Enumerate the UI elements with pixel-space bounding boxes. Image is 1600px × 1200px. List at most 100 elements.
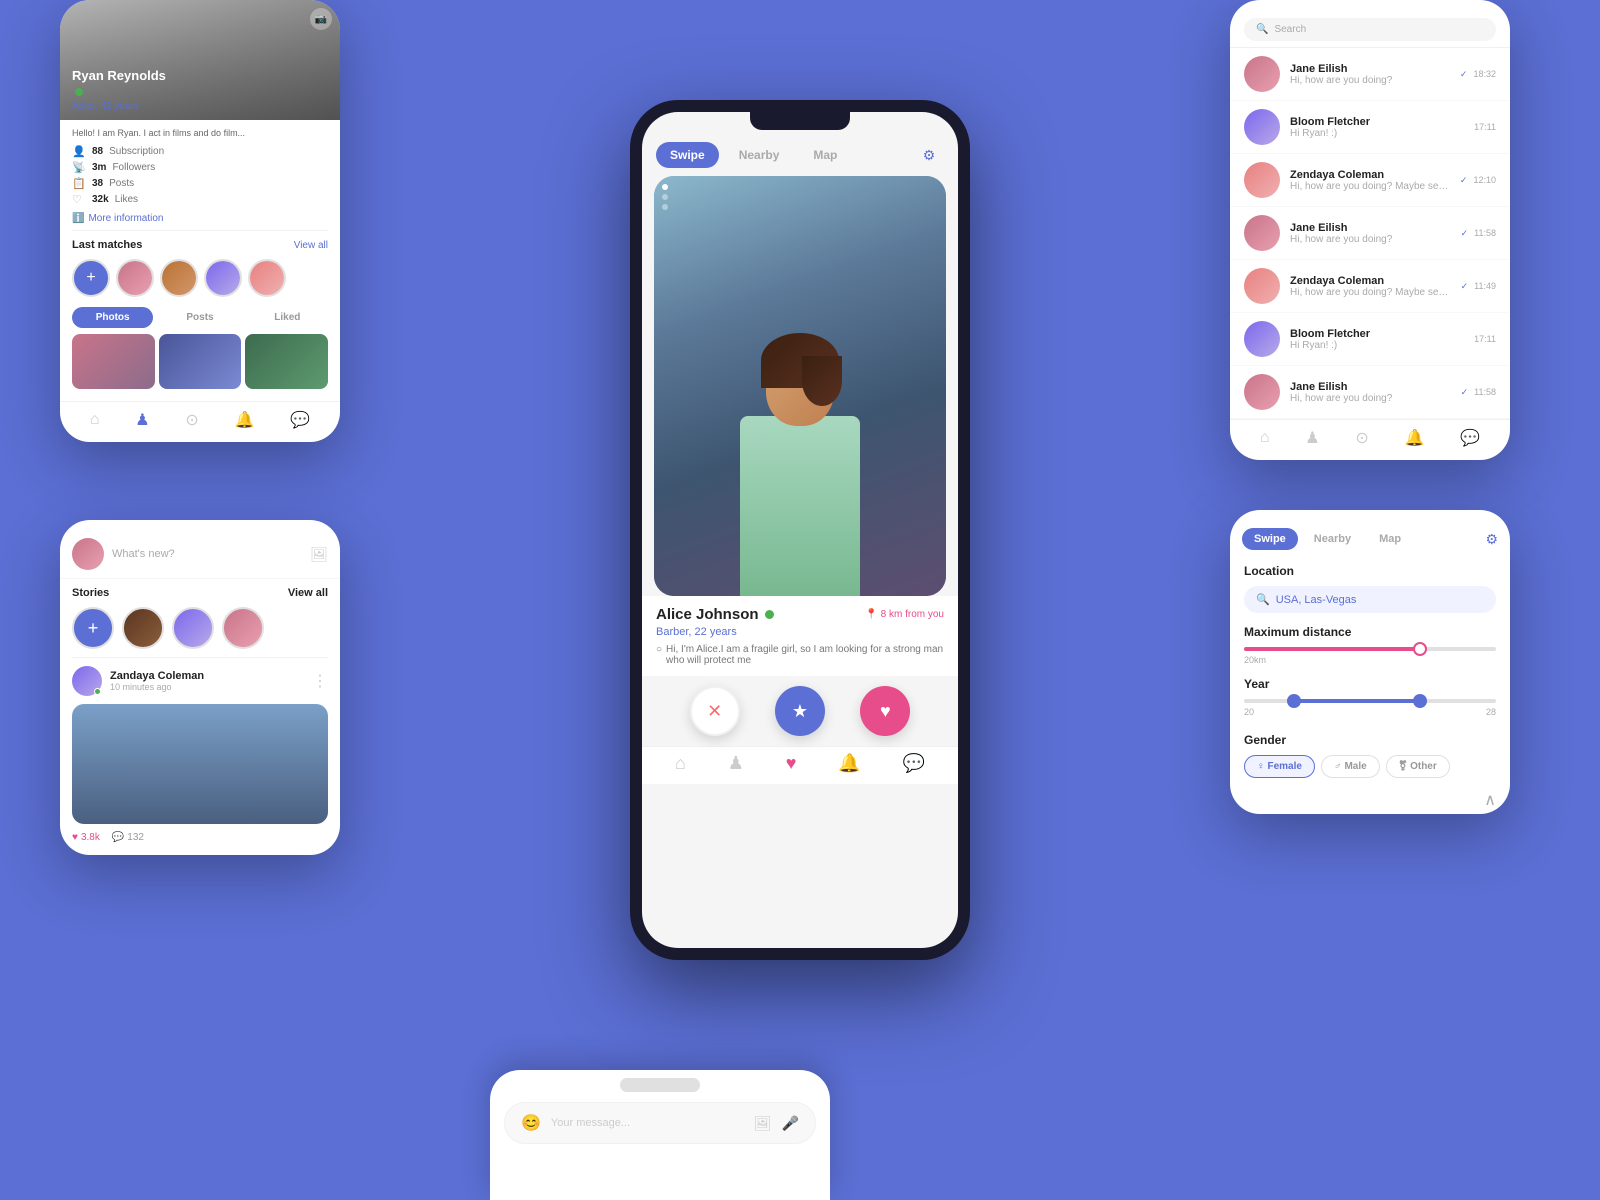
main-nav-home[interactable]: ⌂ — [675, 753, 686, 774]
nav-notifications[interactable]: 🔔 — [234, 410, 254, 430]
msg-item-5[interactable]: Bloom Fletcher Hi Ryan! :) 17:11 — [1230, 313, 1510, 366]
message-input-bar[interactable]: 😊 Your message... 🖼 🎤 — [504, 1102, 816, 1144]
filter-tab-map[interactable]: Map — [1367, 528, 1413, 550]
messages-top-bar: 🔍 Search — [1230, 10, 1510, 48]
stories-row: + — [72, 607, 328, 649]
match-avatar-3[interactable] — [204, 259, 242, 297]
filter-tab-nearby[interactable]: Nearby — [1302, 528, 1363, 550]
main-nav-messages[interactable]: 💬 — [903, 753, 925, 774]
msg-preview-6: Hi, how are you doing? — [1290, 393, 1451, 404]
msg-item-6[interactable]: Jane Eilish Hi, how are you doing? ✓ 11:… — [1230, 366, 1510, 419]
message-search-bar[interactable]: 🔍 Search — [1244, 18, 1496, 41]
distance-max: 20km — [1244, 655, 1266, 665]
stories-section: Stories View all + — [60, 579, 340, 657]
post-actions: ♥ 3.8k 💬 132 — [72, 824, 328, 847]
msgs-nav-profile[interactable]: ♟ — [1305, 428, 1319, 448]
distance-thumb[interactable] — [1413, 642, 1427, 656]
swipe-card[interactable] — [654, 176, 946, 596]
messages-bottom-nav: ⌂ ♟ ⊙ 🔔 💬 — [1230, 419, 1510, 460]
post-user: Zandaya Coleman 10 minutes ago ⋮ — [72, 666, 328, 696]
msg-avatar-2 — [1244, 162, 1280, 198]
post-comment-button[interactable]: 💬 132 — [112, 832, 144, 843]
view-all-matches[interactable]: View all — [294, 240, 328, 251]
swipe-card-image — [654, 176, 946, 596]
profile-bottom-nav: ⌂ ♟ ⊙ 🔔 💬 — [60, 401, 340, 442]
msgs-nav-messages[interactable]: 💬 — [1460, 428, 1480, 448]
msg-item-4[interactable]: Zendaya Coleman Hi, how are you doing? M… — [1230, 260, 1510, 313]
filter-button[interactable]: ⚙ — [914, 140, 944, 170]
msgs-nav-notifications[interactable]: 🔔 — [1404, 428, 1424, 448]
tab-posts[interactable]: Posts — [159, 307, 240, 328]
nav-search[interactable]: ⊙ — [185, 410, 198, 430]
main-nav-profile[interactable]: ♟ — [728, 753, 744, 774]
match-avatar-4[interactable] — [248, 259, 286, 297]
msg-check-6: ✓ — [1461, 387, 1469, 398]
profile-header: Ryan Reynolds Actor, 42 years 📷 — [60, 0, 340, 120]
tab-map[interactable]: Map — [799, 142, 851, 168]
profile-bio: Hello! I am Ryan. I act in films and do … — [60, 120, 340, 142]
star-button[interactable]: ★ — [775, 686, 825, 736]
gender-other[interactable]: ⚧ Other — [1386, 755, 1450, 778]
stat-followers: 📡 3m Followers — [72, 161, 328, 174]
gender-male[interactable]: ♂ Male — [1321, 755, 1380, 778]
msg-item-0[interactable]: Jane Eilish Hi, how are you doing? ✓ 18:… — [1230, 48, 1510, 101]
info-icon: ℹ️ — [72, 213, 84, 224]
phone-profile: Ryan Reynolds Actor, 42 years 📷 Hello! I… — [60, 0, 340, 442]
msg-name-2: Zendaya Coleman — [1290, 169, 1450, 181]
story-1[interactable] — [122, 607, 164, 649]
main-nav-heart[interactable]: ♥ — [786, 753, 797, 774]
add-match-button[interactable]: + — [72, 259, 110, 297]
tab-swipe[interactable]: Swipe — [656, 142, 719, 168]
story-3[interactable] — [222, 607, 264, 649]
msg-item-3[interactable]: Jane Eilish Hi, how are you doing? ✓ 11:… — [1230, 207, 1510, 260]
year-thumb-from[interactable] — [1287, 694, 1301, 708]
social-input[interactable]: What's new? — [112, 548, 302, 560]
msg-avatar-3 — [1244, 215, 1280, 251]
msg-time-3: 11:58 — [1474, 228, 1496, 238]
post-like-button[interactable]: ♥ 3.8k — [72, 832, 100, 843]
female-icon: ♀ — [1257, 761, 1265, 772]
photo-thumb-2[interactable] — [159, 334, 242, 389]
year-thumb-to[interactable] — [1413, 694, 1427, 708]
match-avatar-2[interactable] — [160, 259, 198, 297]
skip-button[interactable]: ✕ — [690, 686, 740, 736]
phone-main-inner: Swipe Nearby Map ⚙ — [642, 112, 958, 948]
more-info-link[interactable]: ℹ️ More information — [60, 209, 340, 230]
nav-home[interactable]: ⌂ — [90, 411, 100, 429]
likes-icon: ♡ — [72, 193, 86, 206]
view-all-stories[interactable]: View all — [288, 587, 328, 599]
location-value: USA, Las-Vegas — [1276, 594, 1357, 606]
msg-avatar-6 — [1244, 374, 1280, 410]
match-avatar-1[interactable] — [116, 259, 154, 297]
photo-thumb-3[interactable] — [245, 334, 328, 389]
image-upload-icon[interactable]: 🖼 — [310, 546, 328, 563]
tab-nearby[interactable]: Nearby — [725, 142, 794, 168]
phone-main: Swipe Nearby Map ⚙ — [630, 100, 970, 960]
msg-name-0: Jane Eilish — [1290, 63, 1450, 75]
main-nav-notifications[interactable]: 🔔 — [838, 753, 860, 774]
tab-photos[interactable]: Photos — [72, 307, 153, 328]
tab-liked[interactable]: Liked — [247, 307, 328, 328]
msgs-nav-home[interactable]: ⌂ — [1260, 429, 1270, 447]
msg-check-0: ✓ — [1460, 69, 1468, 80]
filter-settings-icon[interactable]: ⚙ — [1485, 531, 1498, 548]
like-button[interactable]: ♥ — [860, 686, 910, 736]
heart-icon: ♥ — [72, 832, 78, 843]
post-options-button[interactable]: ⋮ — [312, 671, 328, 691]
msg-item-1[interactable]: Bloom Fletcher Hi Ryan! :) 17:11 — [1230, 101, 1510, 154]
location-input[interactable]: 🔍 USA, Las-Vegas — [1244, 586, 1496, 613]
camera-icon[interactable]: 📷 — [310, 8, 332, 30]
msgs-nav-search[interactable]: ⊙ — [1355, 428, 1368, 448]
msg-item-2[interactable]: Zendaya Coleman Hi, how are you doing? M… — [1230, 154, 1510, 207]
profile-name-bar: Ryan Reynolds Actor, 42 years — [72, 68, 166, 112]
filter-tab-swipe[interactable]: Swipe — [1242, 528, 1298, 550]
collapse-btn[interactable]: ∧ — [1230, 786, 1510, 814]
photo-grid — [60, 334, 340, 401]
nav-messages[interactable]: 💬 — [290, 410, 310, 430]
add-story-button[interactable]: + — [72, 607, 114, 649]
story-2[interactable] — [172, 607, 214, 649]
nav-profile[interactable]: ♟ — [135, 410, 149, 430]
photo-thumb-1[interactable] — [72, 334, 155, 389]
gender-female[interactable]: ♀ Female — [1244, 755, 1315, 778]
pin-icon: 📍 — [865, 609, 877, 620]
